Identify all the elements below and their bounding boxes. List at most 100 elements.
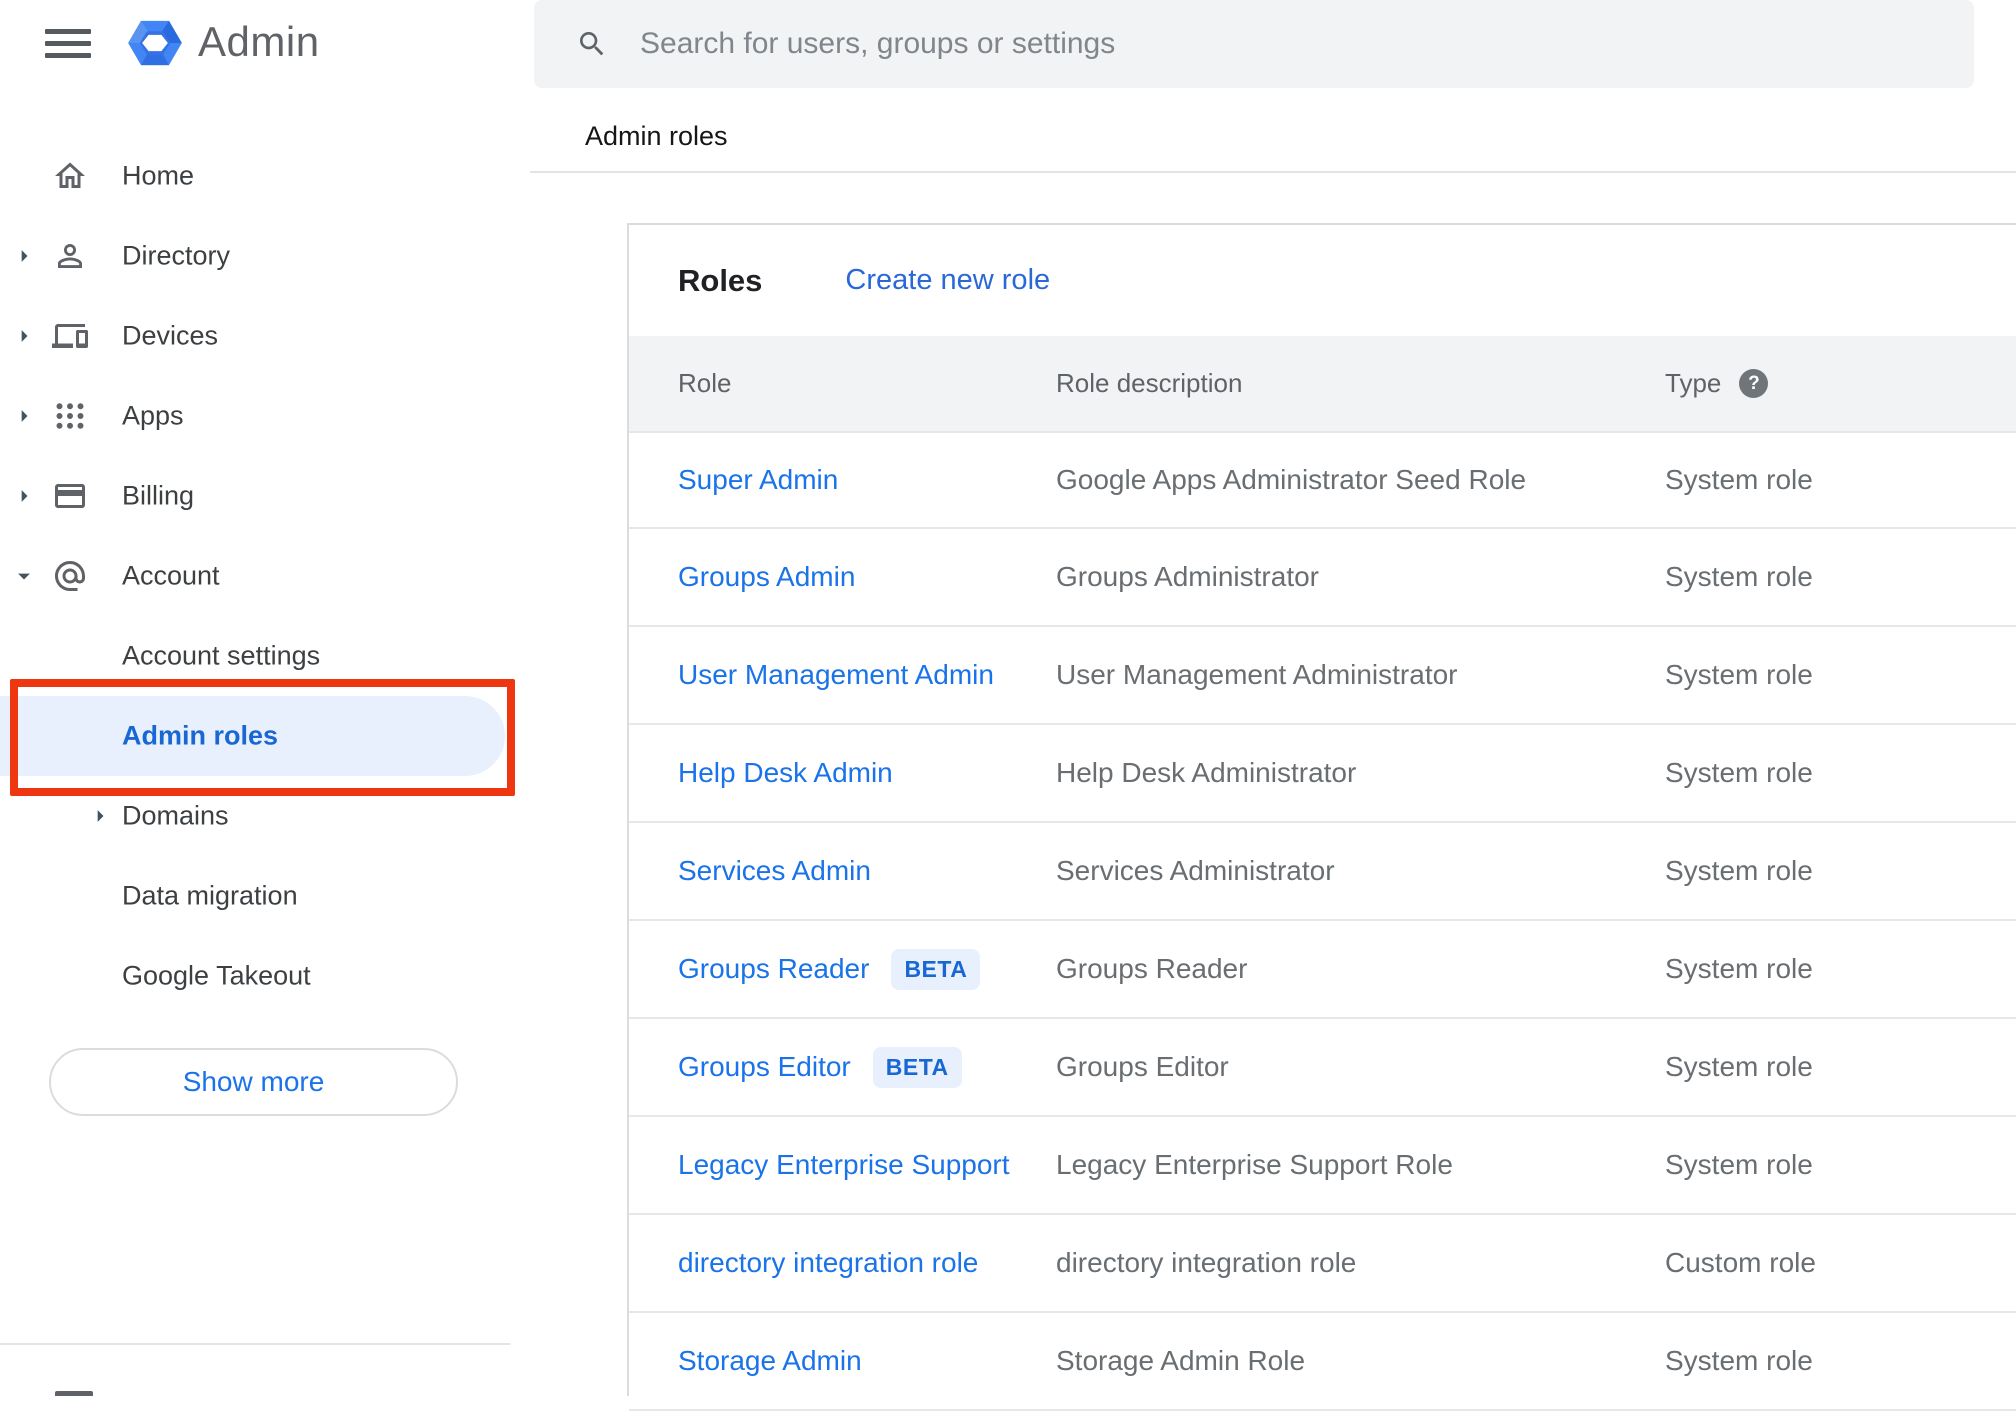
column-header-role: Role [678,368,732,398]
role-cell: User Management Admin [678,659,1056,691]
sidebar-item-account[interactable]: Account [0,536,530,616]
sidebar-item-label: Domains [122,800,229,831]
chevron-down-icon[interactable] [10,562,38,590]
main-content: Admin roles Roles Create new role Role R… [530,0,2016,1411]
sidebar-item-label: Data migration [122,880,298,911]
sidebar-header: Admin [0,0,530,90]
role-cell: Help Desk Admin [678,757,1056,789]
role-description: Google Apps Administrator Seed Role [1056,464,1527,495]
role-description: Services Administrator [1056,855,1335,886]
role-description: Storage Admin Role [1056,1345,1306,1376]
role-link[interactable]: User Management Admin [678,659,994,691]
column-header-type: Type [1665,368,1722,398]
table-row-super-admin: Super Admin Google Apps Administrator See… [629,431,2016,529]
table-row-user-management-admin: User Management Admin User Management Adm… [629,627,2016,725]
role-link[interactable]: Help Desk Admin [678,757,893,789]
role-link[interactable]: Groups Editor [678,1051,851,1083]
roles-table-body: Super Admin Google Apps Administrator See… [629,431,2016,1411]
table-row-storage-admin: Storage Admin Storage Admin Role System ro… [629,1313,2016,1411]
role-link[interactable]: Services Admin [678,855,871,887]
sidebar-item-label: Billing [122,480,195,511]
role-link[interactable]: Legacy Enterprise Support [678,1149,1010,1181]
table-row-services-admin: Services Admin Services Administrator Syst… [629,823,2016,921]
chevron-right-icon[interactable] [86,802,114,830]
sidebar-item-label: Account settings [122,640,321,671]
sidebar: Admin Home Directory Devices Apps Billing Acc… [0,0,530,1396]
breadcrumb: Admin roles [585,121,728,151]
role-cell: directory integration role [678,1247,1056,1279]
chevron-right-icon[interactable] [10,322,38,350]
sidebar-item-label: Account [122,560,220,591]
apps-icon [56,403,84,429]
sidebar-item-account-settings[interactable]: Account settings [0,616,530,696]
column-header-description: Role description [1056,368,1243,398]
sidebar-item-admin-roles[interactable]: Admin roles [0,696,505,776]
devices-icon [52,324,88,348]
sidebar-bottom-divider [0,1343,510,1345]
role-description: User Management Administrator [1056,659,1458,690]
role-link[interactable]: Groups Admin [678,561,855,593]
role-description: Groups Administrator [1056,561,1319,592]
sidebar-item-apps[interactable]: Apps [0,376,530,456]
partial-bottom-icon [55,1391,93,1396]
table-row-groups-editor: Groups Editor BETA Groups Editor System rol… [629,1019,2016,1117]
chevron-right-icon[interactable] [10,242,38,270]
sidebar-item-label: Home [122,160,195,191]
help-icon[interactable]: ? [1739,369,1769,398]
role-type: System role [1665,659,1813,690]
search-icon [580,32,604,56]
role-type: System role [1665,561,1813,592]
table-row-help-desk-admin: Help Desk Admin Help Desk Administrator Sy… [629,725,2016,823]
role-type: System role [1665,464,1813,495]
sidebar-item-data-migration[interactable]: Data migration [0,856,530,936]
role-description: directory integration role [1056,1247,1357,1278]
sidebar-item-google-takeout[interactable]: Google Takeout [0,936,530,1016]
table-header-row: Role Role description Type ? [629,336,2016,431]
sidebar-item-label: Google Takeout [122,960,311,991]
role-type: System role [1665,1051,1813,1082]
role-type: Custom role [1665,1247,1816,1278]
table-row-groups-admin: Groups Admin Groups Administrator System r… [629,529,2016,627]
sidebar-item-domains[interactable]: Domains [0,776,530,856]
sidebar-item-billing[interactable]: Billing [0,456,530,536]
app-title: Admin [198,18,320,65]
role-link[interactable]: Super Admin [678,464,838,496]
table-row-legacy-enterprise-support: Legacy Enterprise Support Legacy Enterpri… [629,1117,2016,1215]
role-description: Legacy Enterprise Support Role [1056,1149,1453,1180]
sidebar-item-directory[interactable]: Directory [0,216,530,296]
sidebar-item-label: Directory [122,240,231,271]
menu-icon[interactable] [45,29,91,59]
role-link[interactable]: Storage Admin [678,1345,862,1377]
show-more-button[interactable]: Show more [49,1048,458,1116]
role-description: Groups Reader [1056,953,1248,984]
role-cell: Storage Admin [678,1345,1056,1377]
role-type: System role [1665,1149,1813,1180]
role-cell: Super Admin [678,464,1056,496]
sidebar-item-label: Devices [122,320,219,351]
panel-title: Roles [678,262,763,298]
beta-badge: BETA [872,1046,962,1088]
role-cell: Legacy Enterprise Support [678,1149,1056,1181]
table-row-directory-integration-role: directory integration role directory inte… [629,1215,2016,1313]
sidebar-nav: Home Directory Devices Apps Billing Account Ac… [0,136,530,1016]
sidebar-item-devices[interactable]: Devices [0,296,530,376]
role-link[interactable]: Groups Reader [678,953,869,985]
chevron-right-icon[interactable] [10,402,38,430]
at-icon [55,561,85,591]
search-input[interactable] [640,27,1974,61]
roles-panel: Roles Create new role Role Role descript… [627,223,2016,1411]
beta-badge: BETA [891,948,981,990]
admin-logo-icon [127,13,183,73]
create-new-role-link[interactable]: Create new role [845,264,1050,297]
header-divider [530,171,2016,173]
role-type: System role [1665,1345,1813,1376]
role-cell: Groups Editor BETA [678,1046,1056,1088]
role-cell: Services Admin [678,855,1056,887]
sidebar-item-home[interactable]: Home [0,136,530,216]
role-link[interactable]: directory integration role [678,1247,978,1279]
sidebar-item-label: Apps [122,400,184,431]
role-cell: Groups Reader BETA [678,948,1056,990]
home-icon [55,162,85,188]
search-bar[interactable] [534,0,1974,88]
chevron-right-icon[interactable] [10,482,38,510]
